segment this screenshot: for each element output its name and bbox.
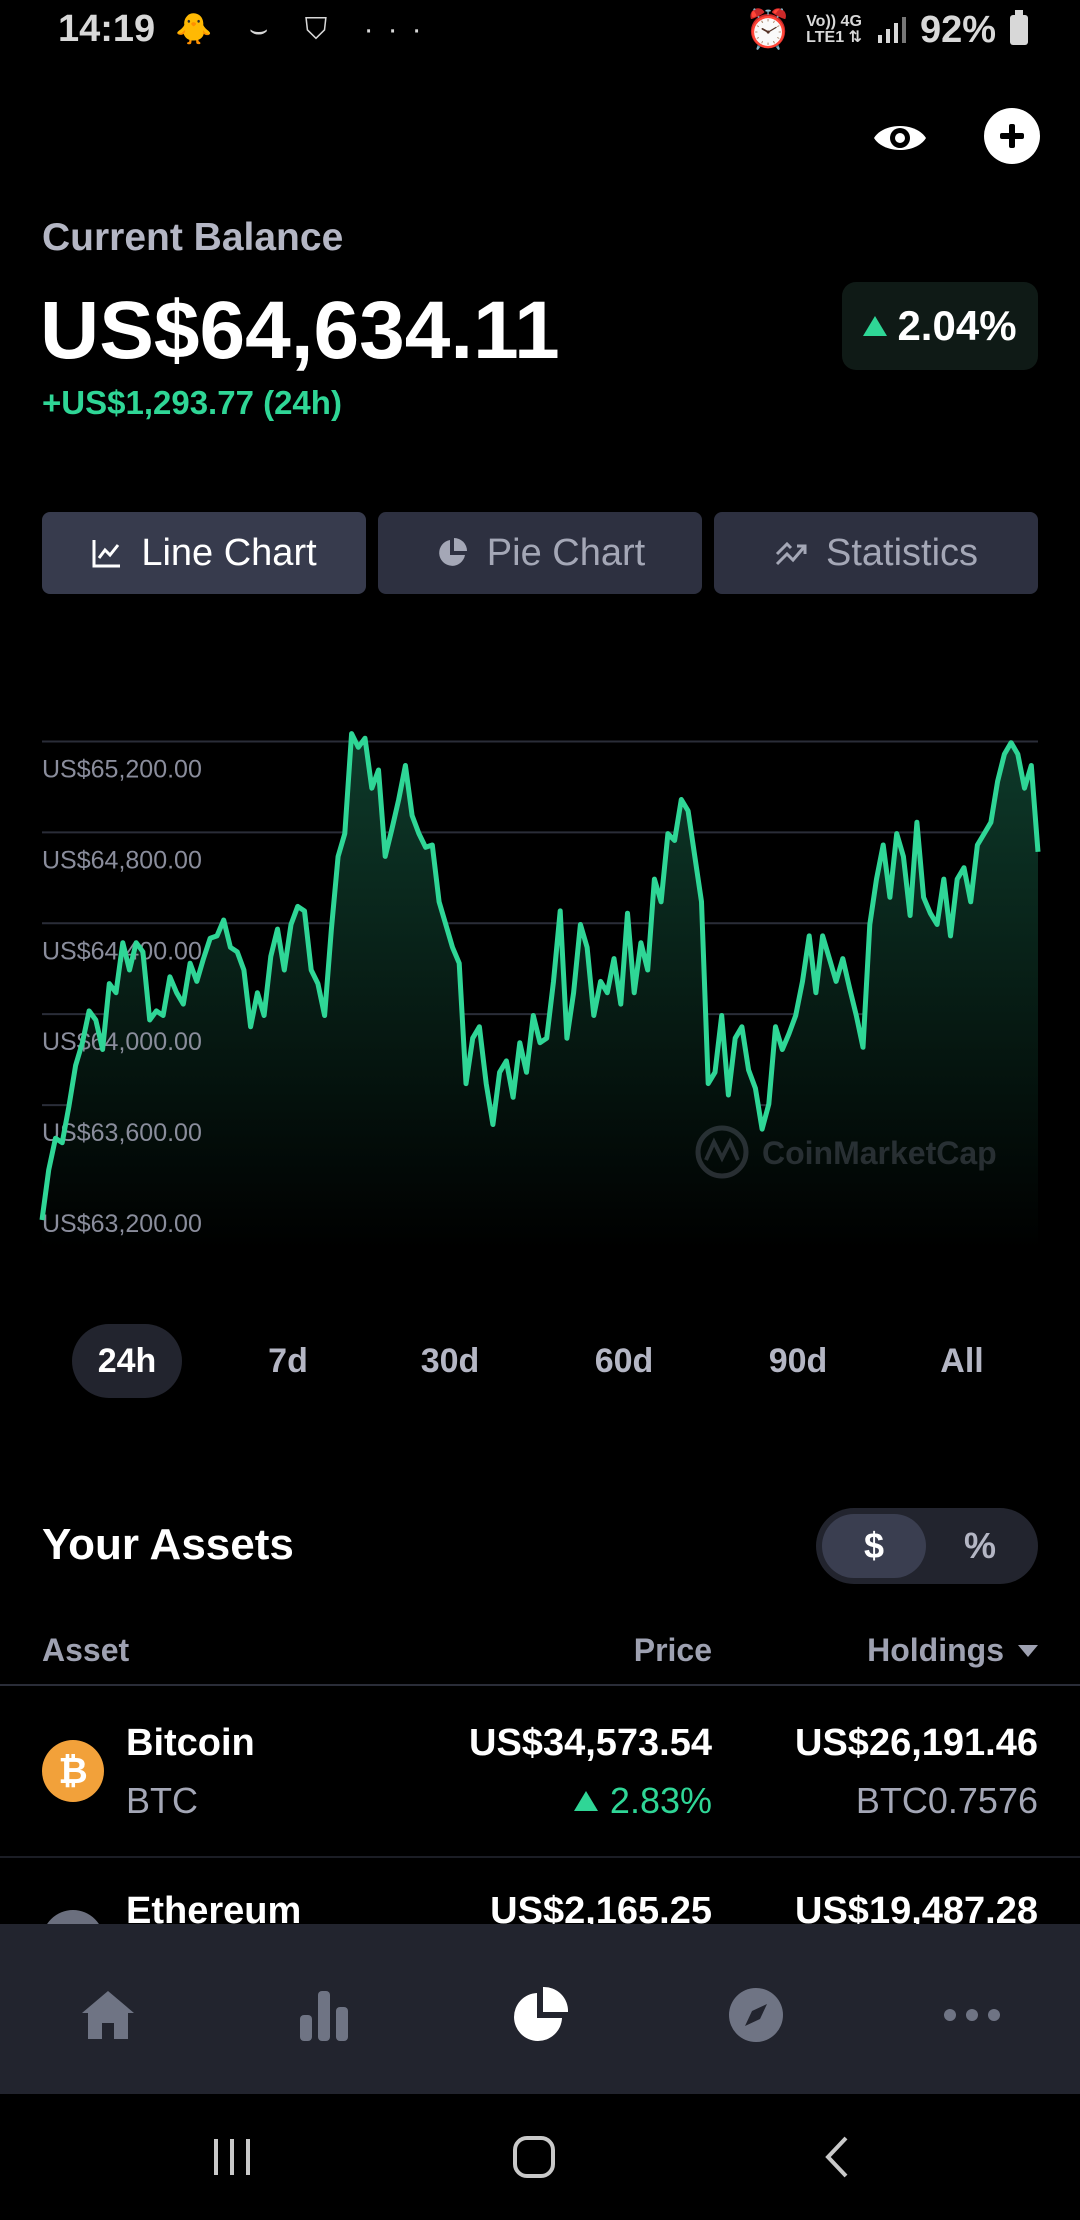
column-asset[interactable]: Asset <box>42 1632 129 1669</box>
back-icon <box>825 2136 848 2178</box>
asset-symbol: BTC <box>126 1780 198 1821</box>
hide-balance-button[interactable] <box>870 108 930 168</box>
line-chart-icon <box>92 540 121 568</box>
row-divider <box>0 1856 1080 1858</box>
battery-percent: 92% <box>919 8 996 51</box>
alarm-icon: ⏰ <box>744 9 793 51</box>
bottom-navigation <box>0 1924 1080 2094</box>
notification-icons: 🐥 ⌣ ⛉ ··· <box>175 13 436 46</box>
asset-row-bitcoin[interactable] <box>0 1686 1080 1856</box>
nav-portfolio[interactable] <box>500 1980 580 2050</box>
nav-rankings[interactable] <box>284 1980 364 2050</box>
y-tick-label: US$63,200.00 <box>42 1210 202 1238</box>
range-60d[interactable]: 60d <box>572 1324 676 1398</box>
balance-value: US$64,634.11 <box>40 285 560 376</box>
asset-holdings-value: US$26,191.46 <box>795 1722 1038 1764</box>
home-system-button[interactable] <box>504 2132 564 2182</box>
range-24h[interactable]: 24h <box>72 1324 182 1398</box>
y-tick-label: US$65,200.00 <box>42 755 202 783</box>
statistics-icon <box>775 541 807 566</box>
percent-change-badge: 2.04% <box>842 282 1038 370</box>
asset-price: US$34,573.54 <box>469 1722 712 1764</box>
status-bar: 14:19 🐥 ⌣ ⛉ ··· ⏰ Vo)) 4G LTE1 ⇅ 92% <box>0 0 1080 64</box>
y-tick-label: US$64,800.00 <box>42 846 202 874</box>
toggle-dollar[interactable]: $ <box>822 1514 926 1578</box>
tab-pie-chart[interactable]: Pie Chart <box>378 512 702 594</box>
nav-more[interactable] <box>932 1980 1012 2050</box>
bitcoin-icon: ₿ <box>42 1740 104 1802</box>
signal-icon <box>877 17 906 43</box>
range-90d[interactable]: 90d <box>746 1324 850 1398</box>
up-arrow-icon <box>573 1791 598 1811</box>
discover-icon <box>729 1988 783 2042</box>
network-indicator: Vo)) 4G LTE1 ⇅ <box>806 13 862 46</box>
home-square-icon <box>513 2136 555 2178</box>
add-transaction-button[interactable] <box>984 108 1040 164</box>
column-price[interactable]: Price <box>634 1632 712 1669</box>
assets-title: Your Assets <box>42 1520 294 1569</box>
portfolio-icon <box>514 1986 569 2041</box>
watermark-text: CoinMarketCap <box>762 1135 997 1171</box>
more-icon <box>944 2009 1000 2021</box>
range-all[interactable]: All <box>912 1324 1012 1398</box>
asset-holdings-amount: BTC0.7576 <box>855 1780 1038 1821</box>
sort-down-icon <box>1018 1644 1038 1657</box>
recent-apps-button[interactable] <box>202 2132 262 2182</box>
home-icon <box>82 1991 134 2039</box>
column-holdings[interactable]: Holdings <box>867 1632 1038 1669</box>
y-tick-label: US$64,000.00 <box>42 1028 202 1056</box>
range-7d[interactable]: 7d <box>238 1324 338 1398</box>
status-time: 14:19 <box>58 8 156 50</box>
status-right: ⏰ Vo)) 4G LTE1 ⇅ 92% <box>745 8 1028 52</box>
battery-icon <box>1010 10 1028 45</box>
chart-area <box>42 733 1038 1250</box>
balance-change: +US$1,293.77 (24h) <box>42 384 342 421</box>
pie-chart-icon <box>438 538 467 566</box>
chart-svg: US$65,200.00US$64,800.00US$64,400.00US$6… <box>39 731 1041 1250</box>
tab-statistics[interactable]: Statistics <box>714 512 1038 594</box>
value-toggle[interactable]: $ % <box>816 1508 1038 1584</box>
tab-line-chart[interactable]: Line Chart <box>42 512 366 594</box>
nav-discover[interactable] <box>716 1980 796 2050</box>
recent-apps-icon <box>214 2139 250 2175</box>
asset-name: Bitcoin <box>126 1722 255 1764</box>
portfolio-line-chart[interactable]: US$65,200.00 US$64,800.00 US$64,400.00 US$6… <box>0 690 1080 1270</box>
nav-home[interactable] <box>68 1980 148 2050</box>
up-arrow-icon <box>863 316 888 336</box>
back-button[interactable] <box>808 2132 868 2182</box>
rankings-icon <box>300 1991 348 2041</box>
balance-label: Current Balance <box>42 216 344 259</box>
system-navigation <box>0 2094 1080 2220</box>
eye-icon <box>874 126 926 150</box>
toggle-percent[interactable]: % <box>928 1514 1032 1578</box>
range-30d[interactable]: 30d <box>400 1324 500 1398</box>
asset-change: 2.83% <box>573 1780 712 1822</box>
